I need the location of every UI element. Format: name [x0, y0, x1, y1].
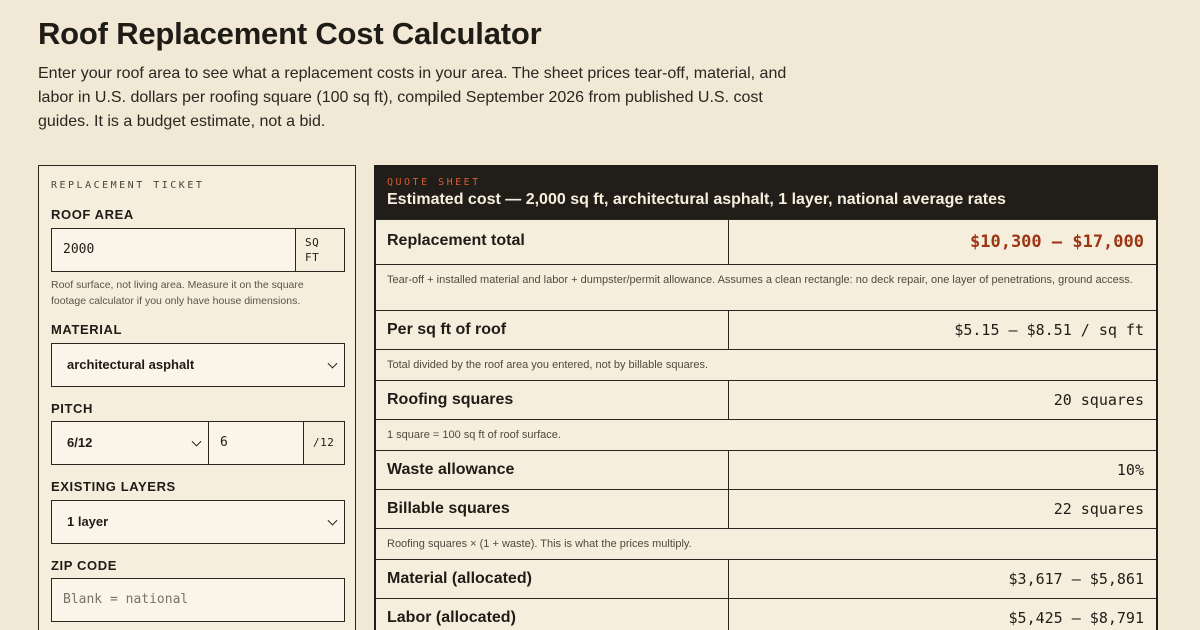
chevron-down-icon — [191, 436, 202, 447]
pitch-select-value: 6/12 — [67, 435, 93, 450]
row-label-waste-allowance: Waste allowance — [387, 461, 515, 478]
quote-sheet-header: QUOTE SHEET Estimated cost — 2,000 sq ft… — [376, 167, 1156, 219]
row-divider — [728, 560, 729, 598]
roof-area-unit-line2: FT — [305, 251, 320, 264]
quote-sheet-title: Estimated cost — 2,000 sq ft, architectu… — [387, 191, 1006, 208]
material-select-value: architectural asphalt — [67, 357, 195, 372]
row-value-billable-squares: 22 squares — [1053, 500, 1144, 518]
row-label-material: Material (allocated) — [387, 570, 532, 587]
pitch-select[interactable]: 6/12 — [51, 421, 209, 465]
roof-area-help: Roof surface, not living area. Measure i… — [51, 279, 304, 307]
note-replacement-total: Tear-off + installed material and labor … — [387, 274, 1133, 286]
page: Roof Replacement Cost Calculator Enter y… — [0, 0, 1200, 630]
pitch-label: PITCH — [51, 401, 93, 416]
row-value-labor: $5,425 – $8,791 — [1008, 609, 1144, 627]
chevron-down-icon — [327, 358, 338, 369]
row-divider — [728, 381, 729, 419]
row-value-material: $3,617 – $5,861 — [1008, 570, 1144, 588]
existing-layers-select-value: 1 layer — [67, 514, 109, 529]
material-label: MATERIAL — [51, 322, 122, 337]
existing-layers-select[interactable]: 1 layer — [51, 500, 345, 544]
row-divider — [728, 599, 729, 630]
table-note-row: Total divided by the roof area you enter… — [376, 349, 1156, 380]
table-row: Labor (allocated) $5,425 – $8,791 — [376, 598, 1156, 630]
roof-area-input[interactable]: 2000 — [51, 228, 297, 272]
row-value-roofing-squares: 20 squares — [1053, 391, 1144, 409]
table-row: Waste allowance 10% — [376, 450, 1156, 489]
roof-area-unit: SQ FT — [295, 228, 345, 272]
replacement-ticket-panel: REPLACEMENT TICKET ROOF AREA 2000 SQ FT … — [38, 165, 356, 630]
table-note-row: Tear-off + installed material and labor … — [376, 264, 1156, 310]
row-divider — [728, 311, 729, 349]
zip-code-placeholder: Blank = national — [63, 592, 189, 607]
table-row: Billable squares 22 squares — [376, 489, 1156, 528]
table-note-row: 1 square = 100 sq ft of roof surface. — [376, 419, 1156, 450]
table-note-row: Roofing squares × (1 + waste). This is w… — [376, 528, 1156, 559]
table-row: Replacement total $10,300 – $17,000 — [376, 219, 1156, 264]
row-value-replacement-total: $10,300 – $17,000 — [970, 232, 1144, 252]
pitch-rise-input[interactable]: 6 — [208, 421, 305, 465]
ticket-label: REPLACEMENT TICKET — [51, 180, 205, 191]
table-row: Material (allocated) $3,617 – $5,861 — [376, 559, 1156, 598]
row-divider — [728, 490, 729, 528]
row-divider — [728, 220, 729, 264]
row-divider — [728, 451, 729, 489]
note-per-sq-ft: Total divided by the roof area you enter… — [387, 359, 709, 371]
zip-code-label: ZIP CODE — [51, 558, 117, 573]
roof-area-label: ROOF AREA — [51, 207, 134, 222]
table-row: Roofing squares 20 squares — [376, 380, 1156, 419]
row-value-per-sq-ft: $5.15 – $8.51 / sq ft — [954, 321, 1144, 339]
roof-area-unit-line1: SQ — [305, 236, 320, 249]
row-value-waste-allowance: 10% — [1116, 461, 1144, 479]
table-row: Per sq ft of roof $5.15 – $8.51 / sq ft — [376, 310, 1156, 349]
note-billable-squares: Roofing squares × (1 + waste). This is w… — [387, 538, 692, 550]
row-label-labor: Labor (allocated) — [387, 609, 516, 626]
page-title: Roof Replacement Cost Calculator — [38, 16, 542, 51]
pitch-unit: /12 — [303, 421, 345, 465]
material-select[interactable]: architectural asphalt — [51, 343, 345, 387]
page-intro: Enter your roof area to see what a repla… — [38, 65, 787, 130]
row-label-replacement-total: Replacement total — [387, 232, 525, 249]
zip-code-input[interactable]: Blank = national — [51, 578, 345, 622]
row-label-per-sq-ft: Per sq ft of roof — [387, 321, 507, 338]
quote-sheet: QUOTE SHEET Estimated cost — 2,000 sq ft… — [374, 165, 1158, 630]
note-roofing-squares: 1 square = 100 sq ft of roof surface. — [387, 429, 561, 441]
row-label-billable-squares: Billable squares — [387, 500, 510, 517]
quote-sheet-kicker: QUOTE SHEET — [387, 177, 481, 188]
row-label-roofing-squares: Roofing squares — [387, 391, 514, 408]
existing-layers-label: EXISTING LAYERS — [51, 479, 176, 494]
chevron-down-icon — [327, 515, 338, 526]
